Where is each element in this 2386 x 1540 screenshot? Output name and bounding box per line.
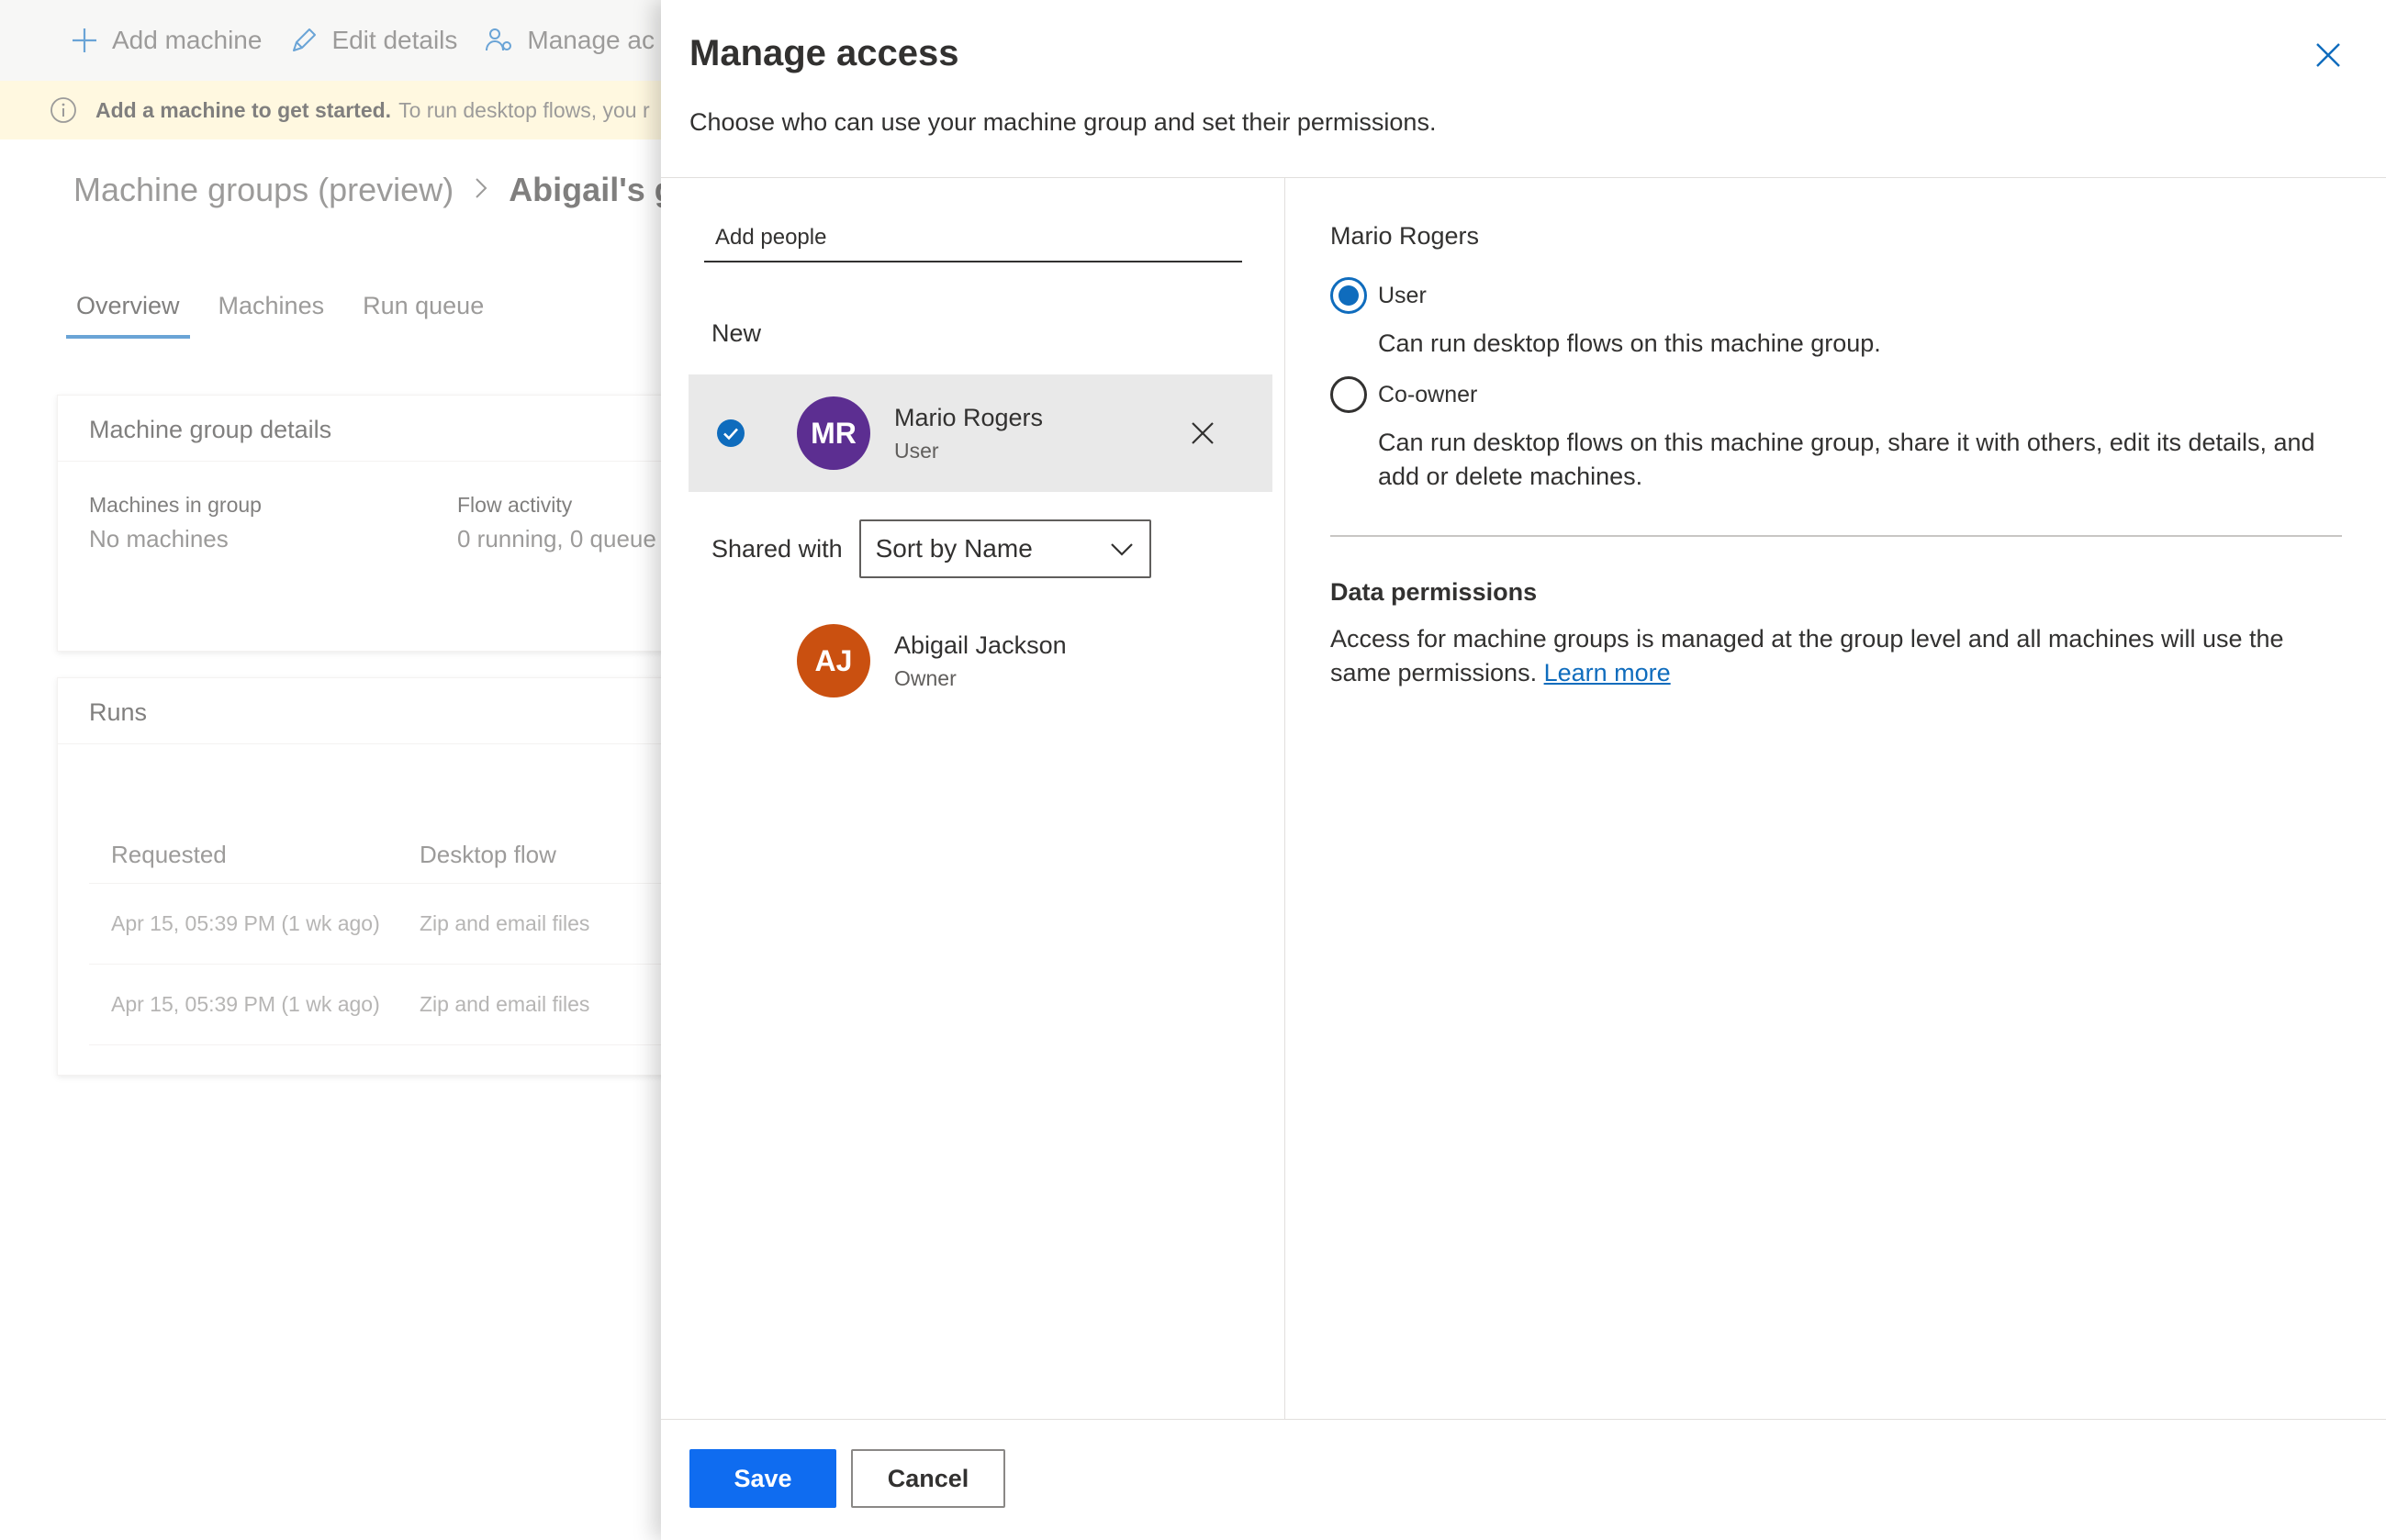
- divider: [1330, 535, 2342, 537]
- new-section-label: New: [711, 319, 762, 347]
- learn-more-link[interactable]: Learn more: [1544, 659, 1671, 686]
- people-column: New MR Mario Rogers User Shared with Sor…: [661, 178, 1285, 1419]
- person-row-abigail-jackson[interactable]: AJ Abigail Jackson Owner: [689, 602, 1272, 720]
- close-icon: [1192, 422, 1214, 444]
- avatar: MR: [797, 396, 870, 470]
- role-coowner-label: Co-owner: [1378, 381, 1478, 407]
- panel-title: Manage access: [689, 33, 959, 73]
- sort-dropdown[interactable]: Sort by Name: [858, 519, 1151, 578]
- save-button[interactable]: Save: [689, 1449, 836, 1508]
- chevron-down-icon: [1110, 543, 1133, 556]
- role-coowner-description: Can run desktop flows on this machine gr…: [1378, 429, 2315, 490]
- shared-with-label: Shared with: [711, 534, 843, 563]
- shared-with-row: Shared with Sort by Name: [711, 519, 1151, 578]
- person-row-mario-rogers[interactable]: MR Mario Rogers User: [689, 374, 1272, 492]
- checkmark-circle-icon: [716, 418, 745, 452]
- overlay-dim: [0, 0, 661, 1540]
- panel-header: Manage access Choose who can use your ma…: [661, 0, 2386, 178]
- panel-subtitle: Choose who can use your machine group an…: [689, 108, 1437, 136]
- add-people-input[interactable]: [704, 215, 1242, 262]
- role-user-description: Can run desktop flows on this machine gr…: [1378, 329, 1881, 357]
- data-permissions-title: Data permissions: [1330, 578, 1538, 606]
- radio-checked-icon: [1330, 277, 1367, 314]
- data-permissions-text: Access for machine groups is managed at …: [1330, 622, 2349, 690]
- role-user-label: User: [1378, 282, 1427, 308]
- person-name: Abigail Jackson: [894, 631, 1067, 659]
- cancel-button[interactable]: Cancel: [851, 1449, 1005, 1508]
- close-button[interactable]: [2310, 37, 2347, 73]
- selected-person-name: Mario Rogers: [1330, 222, 1480, 250]
- role-coowner-radio[interactable]: Co-owner: [1330, 376, 1477, 413]
- permissions-column: Mario Rogers User Can run desktop flows …: [1285, 178, 2386, 1419]
- avatar: AJ: [797, 624, 870, 697]
- background-page: Add machine Edit details Manage ac Add a…: [0, 0, 661, 1540]
- close-icon: [2316, 43, 2340, 67]
- panel-footer: Save Cancel: [661, 1419, 2386, 1540]
- data-permissions-body: Access for machine groups is managed at …: [1330, 625, 2284, 686]
- person-role: User: [894, 439, 939, 463]
- person-role: Owner: [894, 666, 957, 690]
- remove-person-button[interactable]: [1184, 415, 1221, 452]
- radio-unchecked-icon: [1330, 376, 1367, 413]
- sort-value: Sort by Name: [875, 534, 1033, 563]
- manage-access-panel: Manage access Choose who can use your ma…: [661, 0, 2386, 1540]
- role-user-radio[interactable]: User: [1330, 277, 1427, 314]
- person-name: Mario Rogers: [894, 404, 1044, 431]
